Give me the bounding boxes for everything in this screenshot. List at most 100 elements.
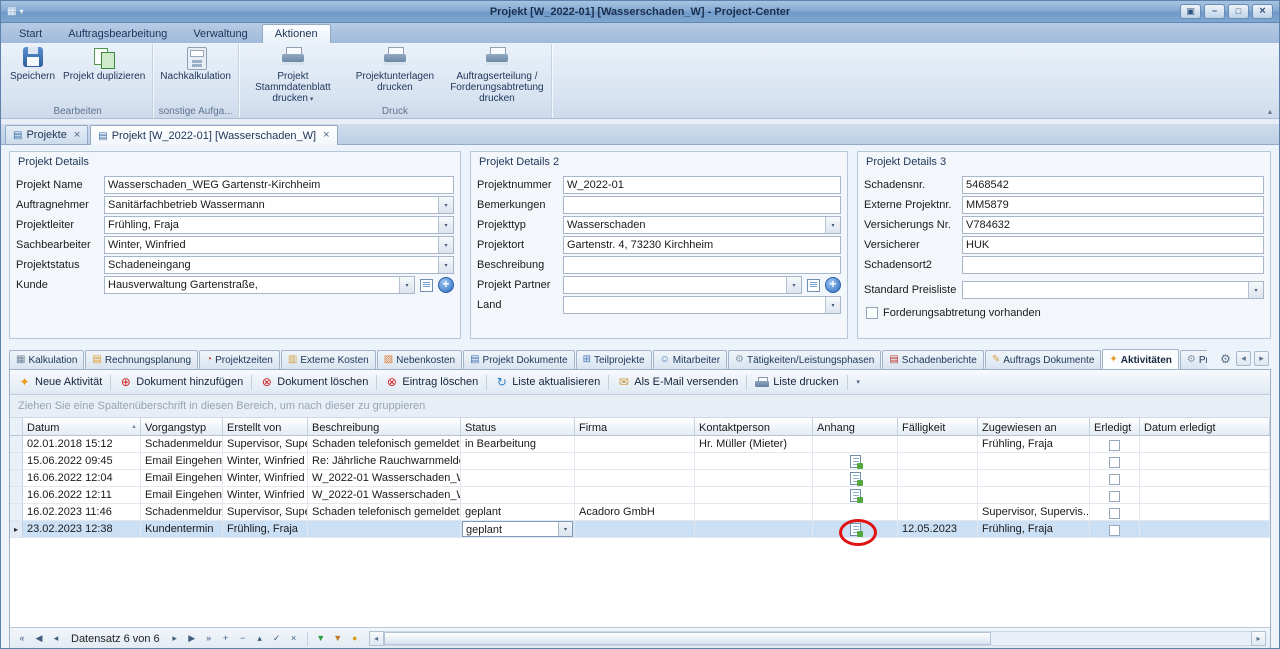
- attachment-icon[interactable]: [850, 523, 861, 536]
- input-sachbearbeiter[interactable]: Winter, Winfried▾: [104, 236, 454, 254]
- ribbon-tab-aktionen[interactable]: Aktionen: [262, 24, 331, 43]
- toolbar-button-liste-drucken[interactable]: Liste drucken: [750, 373, 843, 392]
- close-button[interactable]: [1252, 4, 1273, 19]
- input-auftragnehmer[interactable]: Sanitärfachbetrieb Wassermann▾: [104, 196, 454, 214]
- dropdown-icon[interactable]: ▾: [438, 257, 453, 273]
- input-projektstatus[interactable]: Schadeneingang▾: [104, 256, 454, 274]
- activity-row[interactable]: 15.06.2022 09:45Email EingehendWinter, W…: [10, 453, 1270, 470]
- tab-projekt-k[interactable]: ⚙Projekt K: [1180, 350, 1207, 369]
- next-page-icon[interactable]: ▶: [184, 631, 200, 647]
- column-header-anhang[interactable]: Anhang: [813, 418, 898, 436]
- tab-mitarbeiter[interactable]: ☺Mitarbeiter: [653, 350, 727, 369]
- tab-projektzeiten[interactable]: ◔Projektzeiten: [199, 350, 280, 369]
- column-header-vorgangstyp[interactable]: Vorgangstyp: [141, 418, 223, 436]
- input-projekt-name[interactable]: Wasserschaden_WEG Gartenstr-Kirchheim: [104, 176, 454, 194]
- dropdown-icon[interactable]: ▾: [438, 237, 453, 253]
- tab-rechnungsplanung[interactable]: ▤Rechnungsplanung: [85, 350, 198, 369]
- button-speichern[interactable]: Speichern: [6, 45, 59, 82]
- toolbar-button-liste-aktualisieren[interactable]: ↻Liste aktualisieren: [490, 373, 605, 391]
- column-header-kontaktperson[interactable]: Kontaktperson: [695, 418, 813, 436]
- dropdown-icon[interactable]: [19, 7, 23, 17]
- maximize-button[interactable]: [1228, 4, 1249, 19]
- post-edit-icon[interactable]: ✓: [269, 631, 285, 647]
- dropdown-icon[interactable]: ▾: [786, 277, 801, 293]
- document-tab-projekte[interactable]: Projekte×: [5, 125, 88, 144]
- attachment-icon[interactable]: [850, 455, 861, 468]
- input-schadensnr[interactable]: 5468542: [962, 176, 1264, 194]
- column-header-status[interactable]: Status: [461, 418, 575, 436]
- add-new-icon[interactable]: +: [438, 277, 454, 293]
- dropdown-icon[interactable]: ▾: [1248, 282, 1263, 298]
- scroll-right-icon[interactable]: ▸: [1251, 631, 1266, 646]
- input-projektort[interactable]: Gartenstr. 4, 73230 Kirchheim: [563, 236, 841, 254]
- last-record-icon[interactable]: »: [201, 631, 217, 647]
- column-header-erledigt[interactable]: Erledigt: [1090, 418, 1140, 436]
- close-tab-icon[interactable]: ×: [320, 130, 329, 141]
- button-projekt-stammdatenblatt-drucken[interactable]: Projekt Stammdatenblatt drucken ▾: [242, 45, 344, 105]
- previous-record-icon[interactable]: ◂: [48, 631, 64, 647]
- attachment-icon[interactable]: [850, 472, 861, 485]
- input-projektleiter[interactable]: Frühling, Fraja▾: [104, 216, 454, 234]
- close-tab-icon[interactable]: ×: [71, 130, 80, 141]
- activity-row[interactable]: 16.02.2023 11:46SchadenmeldungSupervisor…: [10, 504, 1270, 521]
- tab-teilprojekte[interactable]: ⊞Teilprojekte: [576, 350, 652, 369]
- ribbon-tab-start[interactable]: Start: [7, 25, 54, 43]
- appearance-button[interactable]: [1180, 4, 1201, 19]
- scrollbar-track[interactable]: [384, 631, 1251, 646]
- toolbar-button-dokument-löschen[interactable]: ⊗Dokument löschen: [255, 373, 373, 391]
- column-header-beschreibung[interactable]: Beschreibung: [308, 418, 461, 436]
- dropdown-icon[interactable]: ▾: [825, 297, 840, 313]
- toolbar-button-dokument-hinzufügen[interactable]: ⊕Dokument hinzufügen: [114, 373, 248, 391]
- edit-filter-icon[interactable]: ▼: [330, 631, 346, 647]
- previous-page-icon[interactable]: ◀: [31, 631, 47, 647]
- open-editor-icon[interactable]: [419, 278, 434, 293]
- dropdown-icon[interactable]: ▾: [438, 197, 453, 213]
- toolbar-button-neue-aktivität[interactable]: ✦Neue Aktivität: [13, 373, 107, 391]
- column-header-datum-erledigt[interactable]: Datum erledigt: [1140, 418, 1270, 436]
- first-record-icon[interactable]: «: [14, 631, 30, 647]
- clear-filter-icon[interactable]: ▼: [313, 631, 329, 647]
- ribbon-tab-auftragsbearbeitung[interactable]: Auftragsbearbeitung: [56, 25, 179, 43]
- tab-scroll-right-icon[interactable]: [1254, 351, 1269, 366]
- next-record-icon[interactable]: ▸: [167, 631, 183, 647]
- activity-row[interactable]: ▸23.02.2023 12:38KundenterminFrühling, F…: [10, 521, 1270, 538]
- grid-icon[interactable]: [7, 7, 16, 17]
- toolbar-button-als-e-mail-versenden[interactable]: ✉Als E-Mail versenden: [612, 373, 743, 391]
- input-standard-preisliste[interactable]: ▾: [962, 281, 1264, 299]
- column-header-erstellt-von[interactable]: Erstellt von: [223, 418, 308, 436]
- toolbar-button-eintrag-löschen[interactable]: ⊗Eintrag löschen: [380, 373, 483, 391]
- tab-kalkulation[interactable]: ▦Kalkulation: [9, 350, 84, 369]
- erledigt-checkbox[interactable]: [1109, 457, 1120, 468]
- activity-row[interactable]: 16.06.2022 12:11Email EingehendWinter, W…: [10, 487, 1270, 504]
- input-kunde[interactable]: Hausverwaltung Gartenstraße,▾: [104, 276, 415, 294]
- erledigt-checkbox[interactable]: [1109, 440, 1120, 451]
- dropdown-icon[interactable]: ▾: [825, 217, 840, 233]
- input-projekt-partner[interactable]: ▾: [563, 276, 802, 294]
- status-editor[interactable]: geplant▾: [462, 521, 573, 537]
- scrollbar-thumb[interactable]: [384, 632, 991, 645]
- dropdown-icon[interactable]: ▾: [558, 522, 572, 536]
- activity-row[interactable]: 16.06.2022 12:04Email EingehendWinter, W…: [10, 470, 1270, 487]
- tab-nebenkosten[interactable]: ▧Nebenkosten: [377, 350, 462, 369]
- document-tab-projekt-w-2022-01-wasserschaden-w[interactable]: Projekt [W_2022-01] [Wasserschaden_W]×: [90, 125, 337, 145]
- checkbox[interactable]: [866, 307, 878, 319]
- column-header-datum[interactable]: Datum▲: [23, 418, 141, 436]
- button-projektunterlagen-drucken[interactable]: Projektunterlagen drucken: [344, 45, 446, 93]
- edit-record-icon[interactable]: ▴: [252, 631, 268, 647]
- help-icon[interactable]: ●: [347, 631, 363, 647]
- cancel-edit-icon[interactable]: ×: [286, 631, 302, 647]
- tab-settings-icon[interactable]: [1218, 351, 1233, 366]
- attachment-icon[interactable]: [850, 489, 861, 502]
- input-externe-projektnr[interactable]: MM5879: [962, 196, 1264, 214]
- tab-schadenberichte[interactable]: ▤Schadenberichte: [882, 350, 984, 369]
- activity-row[interactable]: 02.01.2018 15:12SchadenmeldungSupervisor…: [10, 436, 1270, 453]
- tab-aktivitäten[interactable]: ✦Aktivitäten: [1102, 349, 1179, 369]
- button-auftragserteilung-forderungsabtretung-drucken[interactable]: Auftragserteilung / Forderungsabtretung …: [446, 45, 548, 104]
- horizontal-scrollbar[interactable]: ◂▸: [369, 631, 1266, 646]
- dropdown-icon[interactable]: ▾: [399, 277, 414, 293]
- input-schadensort2[interactable]: [962, 256, 1264, 274]
- tab-tätigkeiten-leistungsphasen[interactable]: ⚙Tätigkeiten/Leistungsphasen: [728, 350, 881, 369]
- scroll-left-icon[interactable]: ◂: [369, 631, 384, 646]
- input-bemerkungen[interactable]: [563, 196, 841, 214]
- minimize-button[interactable]: [1204, 4, 1225, 19]
